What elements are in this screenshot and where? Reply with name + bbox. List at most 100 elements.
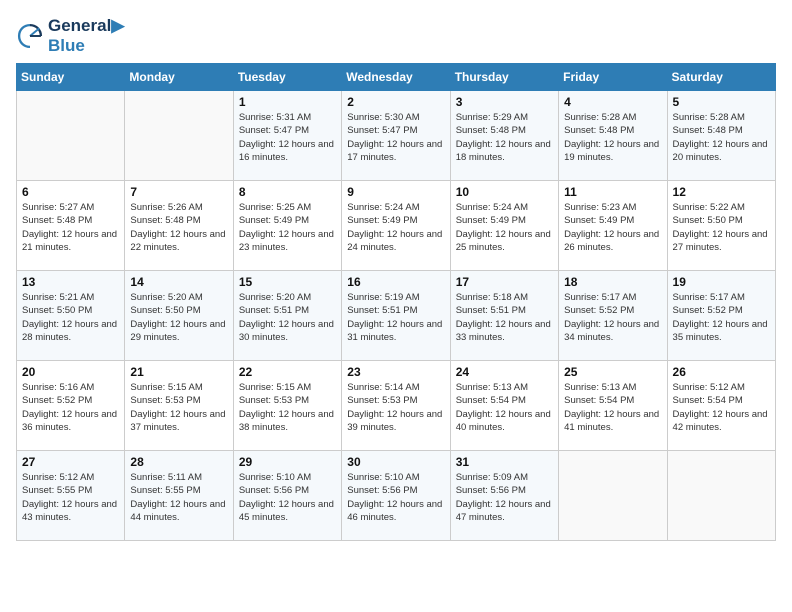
day-number: 29 bbox=[239, 455, 336, 469]
weekday-header-thursday: Thursday bbox=[450, 64, 558, 91]
day-info: Sunrise: 5:09 AMSunset: 5:56 PMDaylight:… bbox=[456, 471, 553, 524]
day-number: 2 bbox=[347, 95, 444, 109]
day-info: Sunrise: 5:10 AMSunset: 5:56 PMDaylight:… bbox=[239, 471, 336, 524]
day-info: Sunrise: 5:12 AMSunset: 5:54 PMDaylight:… bbox=[673, 381, 770, 434]
day-info: Sunrise: 5:16 AMSunset: 5:52 PMDaylight:… bbox=[22, 381, 119, 434]
day-info: Sunrise: 5:20 AMSunset: 5:51 PMDaylight:… bbox=[239, 291, 336, 344]
day-info: Sunrise: 5:28 AMSunset: 5:48 PMDaylight:… bbox=[673, 111, 770, 164]
day-number: 22 bbox=[239, 365, 336, 379]
day-number: 5 bbox=[673, 95, 770, 109]
calendar-cell bbox=[17, 91, 125, 181]
day-info: Sunrise: 5:28 AMSunset: 5:48 PMDaylight:… bbox=[564, 111, 661, 164]
day-number: 12 bbox=[673, 185, 770, 199]
calendar-week-5: 27 Sunrise: 5:12 AMSunset: 5:55 PMDayligh… bbox=[17, 451, 776, 541]
calendar-cell: 28Sunrise: 5:11 AMSunset: 5:55 PMDayligh… bbox=[125, 451, 233, 541]
calendar-cell bbox=[667, 451, 775, 541]
day-number: 11 bbox=[564, 185, 661, 199]
day-number: 18 bbox=[564, 275, 661, 289]
calendar-cell: 6 Sunrise: 5:27 AMSunset: 5:48 PMDaylight… bbox=[17, 181, 125, 271]
day-info: Sunrise: 5:27 AMSunset: 5:48 PMDaylight:… bbox=[22, 201, 119, 254]
calendar-cell: 26 Sunrise: 5:12 AMSunset: 5:54 PMDayligh… bbox=[667, 361, 775, 451]
day-info: Sunrise: 5:14 AMSunset: 5:53 PMDaylight:… bbox=[347, 381, 444, 434]
weekday-header-friday: Friday bbox=[559, 64, 667, 91]
day-number: 28 bbox=[130, 455, 227, 469]
day-info: Sunrise: 5:21 AMSunset: 5:50 PMDaylight:… bbox=[22, 291, 119, 344]
day-number: 10 bbox=[456, 185, 553, 199]
calendar-cell: 12 Sunrise: 5:22 AMSunset: 5:50 PMDayligh… bbox=[667, 181, 775, 271]
day-number: 7 bbox=[130, 185, 227, 199]
day-info: Sunrise: 5:10 AMSunset: 5:56 PMDaylight:… bbox=[347, 471, 444, 524]
day-number: 19 bbox=[673, 275, 770, 289]
calendar-cell: 23 Sunrise: 5:14 AMSunset: 5:53 PMDayligh… bbox=[342, 361, 450, 451]
calendar-cell: 3 Sunrise: 5:29 AMSunset: 5:48 PMDaylight… bbox=[450, 91, 558, 181]
day-number: 20 bbox=[22, 365, 119, 379]
calendar-cell: 5 Sunrise: 5:28 AMSunset: 5:48 PMDaylight… bbox=[667, 91, 775, 181]
calendar-cell: 30 Sunrise: 5:10 AMSunset: 5:56 PMDayligh… bbox=[342, 451, 450, 541]
calendar-table: SundayMondayTuesdayWednesdayThursdayFrid… bbox=[16, 63, 776, 541]
calendar-cell: 27 Sunrise: 5:12 AMSunset: 5:55 PMDayligh… bbox=[17, 451, 125, 541]
day-info: Sunrise: 5:22 AMSunset: 5:50 PMDaylight:… bbox=[673, 201, 770, 254]
weekday-row: SundayMondayTuesdayWednesdayThursdayFrid… bbox=[17, 64, 776, 91]
calendar-cell: 11 Sunrise: 5:23 AMSunset: 5:49 PMDayligh… bbox=[559, 181, 667, 271]
calendar-week-3: 13 Sunrise: 5:21 AMSunset: 5:50 PMDayligh… bbox=[17, 271, 776, 361]
day-info: Sunrise: 5:24 AMSunset: 5:49 PMDaylight:… bbox=[347, 201, 444, 254]
day-number: 16 bbox=[347, 275, 444, 289]
calendar-cell: 1Sunrise: 5:31 AMSunset: 5:47 PMDaylight… bbox=[233, 91, 341, 181]
day-number: 8 bbox=[239, 185, 336, 199]
day-number: 23 bbox=[347, 365, 444, 379]
calendar-cell: 18 Sunrise: 5:17 AMSunset: 5:52 PMDayligh… bbox=[559, 271, 667, 361]
calendar-week-1: 1Sunrise: 5:31 AMSunset: 5:47 PMDaylight… bbox=[17, 91, 776, 181]
day-number: 30 bbox=[347, 455, 444, 469]
day-info: Sunrise: 5:30 AMSunset: 5:47 PMDaylight:… bbox=[347, 111, 444, 164]
calendar-week-2: 6 Sunrise: 5:27 AMSunset: 5:48 PMDaylight… bbox=[17, 181, 776, 271]
day-number: 14 bbox=[130, 275, 227, 289]
weekday-header-saturday: Saturday bbox=[667, 64, 775, 91]
calendar-cell: 21 Sunrise: 5:15 AMSunset: 5:53 PMDayligh… bbox=[125, 361, 233, 451]
calendar-header: SundayMondayTuesdayWednesdayThursdayFrid… bbox=[17, 64, 776, 91]
calendar-cell: 20 Sunrise: 5:16 AMSunset: 5:52 PMDayligh… bbox=[17, 361, 125, 451]
day-number: 17 bbox=[456, 275, 553, 289]
calendar-cell: 8 Sunrise: 5:25 AMSunset: 5:49 PMDaylight… bbox=[233, 181, 341, 271]
weekday-header-wednesday: Wednesday bbox=[342, 64, 450, 91]
calendar-cell: 14Sunrise: 5:20 AMSunset: 5:50 PMDayligh… bbox=[125, 271, 233, 361]
day-info: Sunrise: 5:23 AMSunset: 5:49 PMDaylight:… bbox=[564, 201, 661, 254]
page-header: General▶ Blue bbox=[16, 16, 776, 55]
day-info: Sunrise: 5:13 AMSunset: 5:54 PMDaylight:… bbox=[564, 381, 661, 434]
day-info: Sunrise: 5:17 AMSunset: 5:52 PMDaylight:… bbox=[673, 291, 770, 344]
calendar-cell: 9 Sunrise: 5:24 AMSunset: 5:49 PMDaylight… bbox=[342, 181, 450, 271]
calendar-cell: 31Sunrise: 5:09 AMSunset: 5:56 PMDayligh… bbox=[450, 451, 558, 541]
day-number: 26 bbox=[673, 365, 770, 379]
calendar-cell: 17Sunrise: 5:18 AMSunset: 5:51 PMDayligh… bbox=[450, 271, 558, 361]
calendar-cell: 29 Sunrise: 5:10 AMSunset: 5:56 PMDayligh… bbox=[233, 451, 341, 541]
calendar-week-4: 20 Sunrise: 5:16 AMSunset: 5:52 PMDayligh… bbox=[17, 361, 776, 451]
calendar-cell: 4Sunrise: 5:28 AMSunset: 5:48 PMDaylight… bbox=[559, 91, 667, 181]
day-info: Sunrise: 5:24 AMSunset: 5:49 PMDaylight:… bbox=[456, 201, 553, 254]
day-number: 25 bbox=[564, 365, 661, 379]
calendar-cell: 13 Sunrise: 5:21 AMSunset: 5:50 PMDayligh… bbox=[17, 271, 125, 361]
calendar-cell: 19 Sunrise: 5:17 AMSunset: 5:52 PMDayligh… bbox=[667, 271, 775, 361]
day-number: 21 bbox=[130, 365, 227, 379]
day-number: 9 bbox=[347, 185, 444, 199]
day-info: Sunrise: 5:15 AMSunset: 5:53 PMDaylight:… bbox=[130, 381, 227, 434]
day-number: 3 bbox=[456, 95, 553, 109]
weekday-header-monday: Monday bbox=[125, 64, 233, 91]
weekday-header-tuesday: Tuesday bbox=[233, 64, 341, 91]
logo: General▶ Blue bbox=[16, 16, 124, 55]
day-number: 1 bbox=[239, 95, 336, 109]
calendar-cell: 10 Sunrise: 5:24 AMSunset: 5:49 PMDayligh… bbox=[450, 181, 558, 271]
calendar-cell: 16Sunrise: 5:19 AMSunset: 5:51 PMDayligh… bbox=[342, 271, 450, 361]
day-info: Sunrise: 5:13 AMSunset: 5:54 PMDaylight:… bbox=[456, 381, 553, 434]
day-number: 24 bbox=[456, 365, 553, 379]
day-info: Sunrise: 5:25 AMSunset: 5:49 PMDaylight:… bbox=[239, 201, 336, 254]
calendar-cell: 25 Sunrise: 5:13 AMSunset: 5:54 PMDayligh… bbox=[559, 361, 667, 451]
day-info: Sunrise: 5:12 AMSunset: 5:55 PMDaylight:… bbox=[22, 471, 119, 524]
day-info: Sunrise: 5:17 AMSunset: 5:52 PMDaylight:… bbox=[564, 291, 661, 344]
day-info: Sunrise: 5:29 AMSunset: 5:48 PMDaylight:… bbox=[456, 111, 553, 164]
logo-icon bbox=[16, 22, 44, 50]
day-number: 27 bbox=[22, 455, 119, 469]
calendar-cell: 7Sunrise: 5:26 AMSunset: 5:48 PMDaylight… bbox=[125, 181, 233, 271]
calendar-cell bbox=[125, 91, 233, 181]
calendar-body: 1Sunrise: 5:31 AMSunset: 5:47 PMDaylight… bbox=[17, 91, 776, 541]
day-number: 13 bbox=[22, 275, 119, 289]
day-number: 6 bbox=[22, 185, 119, 199]
